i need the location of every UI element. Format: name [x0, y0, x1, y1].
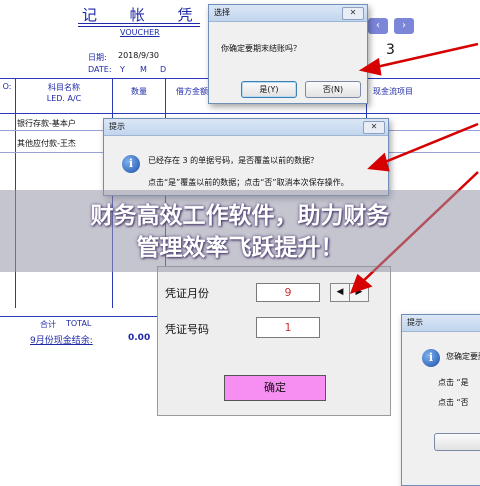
arrow-head [358, 57, 382, 76]
arrow-line [371, 42, 479, 70]
promo-banner: 财务高效工作软件，助力财务 管理效率飞跃提升！ [0, 190, 480, 272]
banner-line-1: 财务高效工作软件，助力财务 [90, 203, 390, 229]
arrow-line [379, 122, 479, 166]
arrow-head [367, 152, 390, 172]
banner-line-2: 管理效率飞跃提升！ [136, 235, 344, 261]
